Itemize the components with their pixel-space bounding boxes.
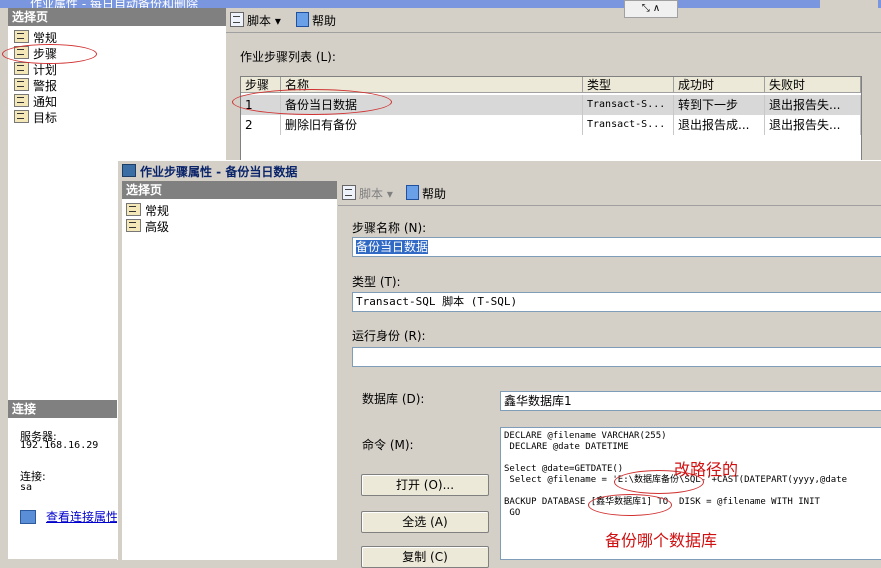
nav-item-schedules[interactable]: 计划 (14, 62, 226, 78)
col-header-type[interactable]: 类型 (583, 77, 674, 93)
table-row[interactable]: 2 删除旧有备份 Transact-S... 退出报告成... 退出报告失... (241, 115, 861, 135)
command-line: DECLARE @filename VARCHAR(255) (504, 431, 667, 441)
connection-value: sa (20, 482, 33, 493)
page-icon (126, 203, 141, 216)
page-icon (14, 94, 29, 107)
dialog-script-button[interactable]: 脚本 ▾ (342, 185, 393, 203)
step-name-input[interactable]: 备份当日数据 (352, 237, 881, 257)
dialog-nav-item-advanced[interactable]: 高级 (126, 219, 337, 235)
run-as-select[interactable] (352, 347, 881, 367)
dialog-help-button[interactable]: 帮助 (406, 185, 446, 203)
window-icon (122, 164, 136, 177)
dialog-titlebar: 作业步骤属性 - 备份当日数据 (118, 161, 881, 179)
annotation-ellipse-steps (2, 44, 97, 64)
nav-item-notifications[interactable]: 通知 (14, 94, 226, 110)
command-line: BACKUP DATABASE [鑫华数据库1] TO DISK = @file… (504, 497, 820, 507)
help-icon (296, 12, 309, 27)
col-header-on-success[interactable]: 成功时 (674, 77, 765, 93)
script-icon (230, 12, 244, 27)
annotation-database-note: 备份哪个数据库 (605, 531, 718, 550)
dialog-select-page-header: 选择页 (122, 181, 337, 199)
step-name-label: 步骤名称 (N): (352, 221, 427, 235)
dialog-toolbar-divider (338, 205, 881, 206)
page-icon (14, 110, 29, 123)
back-window-title: 作业属性 - 每日自动备份和删除 (30, 0, 198, 8)
back-script-button[interactable]: 脚本 ▾ (230, 12, 281, 30)
database-label: 数据库 (D): (362, 392, 425, 406)
command-label: 命令 (M): (362, 438, 414, 452)
database-select[interactable]: 鑫华数据库1 (500, 391, 881, 411)
step-properties-dialog: 作业步骤属性 - 备份当日数据 选择页 常规 高级 脚本 ▾ 帮助 步骤名称 (… (117, 160, 881, 568)
left-edge-strip (0, 8, 8, 559)
collapse-toggle[interactable]: ⤡ ∧ (624, 0, 678, 18)
toolbar-divider (226, 32, 881, 33)
back-select-page-header: 选择页 (8, 8, 226, 26)
page-icon (14, 62, 29, 75)
page-icon (126, 219, 141, 232)
command-line: DECLARE @date DATETIME (504, 442, 629, 452)
step-name-value: 备份当日数据 (356, 240, 429, 254)
connection-properties-icon (20, 510, 36, 524)
page-icon (14, 78, 29, 91)
dialog-nav-item-general[interactable]: 常规 (126, 203, 337, 219)
back-main-panel: 脚本 ▾ 帮助 ⤡ ∧ 作业步骤列表 (L): 步骤 名称 类型 成功时 失败时… (226, 0, 881, 162)
col-header-on-failure[interactable]: 失败时 (765, 77, 861, 93)
open-button[interactable]: 打开 (O)... (361, 474, 489, 496)
copy-button[interactable]: 复制 (C) (361, 546, 489, 568)
window-controls[interactable] (820, 0, 878, 8)
script-icon (342, 185, 356, 200)
select-all-button[interactable]: 全选 (A) (361, 511, 489, 533)
server-value: 192.168.16.29 (20, 440, 99, 451)
help-icon (406, 185, 419, 200)
dialog-select-page-panel: 选择页 常规 高级 (122, 181, 337, 560)
nav-item-alerts[interactable]: 警报 (14, 78, 226, 94)
type-select[interactable]: Transact-SQL 脚本 (T-SQL) (352, 292, 881, 312)
view-connection-properties-link[interactable]: 查看连接属性 (46, 508, 118, 525)
annotation-ellipse-step1 (232, 89, 392, 115)
steps-list-label: 作业步骤列表 (L): (240, 50, 336, 64)
back-window-titlebar: 作业属性 - 每日自动备份和删除 (0, 0, 881, 8)
annotation-path-note: 改路径的 (674, 460, 739, 479)
run-as-label: 运行身份 (R): (352, 329, 426, 343)
type-label: 类型 (T): (352, 275, 401, 289)
annotation-ellipse-database (588, 494, 672, 516)
page-icon (14, 30, 29, 43)
nav-item-targets[interactable]: 目标 (14, 110, 226, 126)
command-line: GO (504, 508, 521, 518)
dialog-title: 作业步骤属性 - 备份当日数据 (140, 165, 298, 179)
back-help-button[interactable]: 帮助 (296, 12, 336, 30)
